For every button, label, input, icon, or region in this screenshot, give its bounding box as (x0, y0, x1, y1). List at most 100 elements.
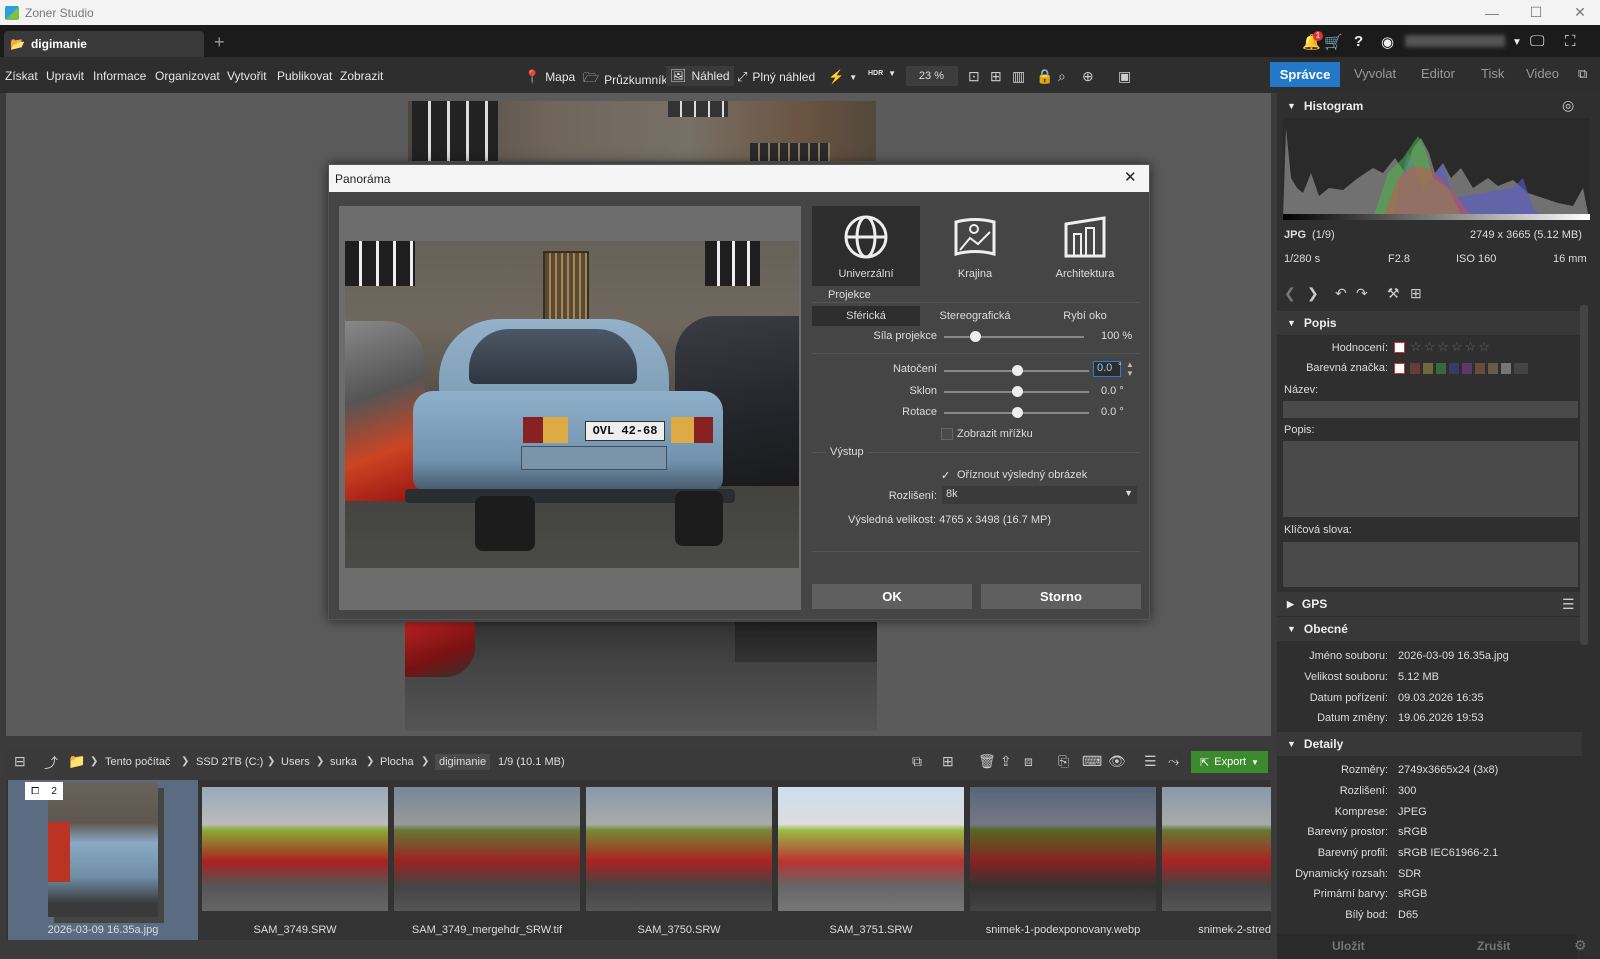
thumbnail-5[interactable] (970, 787, 1156, 911)
ok-button[interactable]: OK (812, 584, 972, 609)
external-window-icon[interactable]: ⧉ (1578, 66, 1587, 82)
projection-spherical[interactable]: Sférická (812, 306, 920, 326)
duplicate-icon[interactable]: ⧈ (1024, 753, 1033, 770)
breadcrumb-users[interactable]: Users (281, 756, 310, 768)
menu-upravit[interactable]: Upravit (46, 69, 84, 83)
panel-toggle-icon[interactable]: ⊟ (14, 753, 26, 770)
color-clear-icon[interactable] (1394, 363, 1405, 374)
tab-digimanie[interactable]: 📂 digimanie (4, 31, 204, 57)
breadcrumb-digimanie[interactable]: digimanie (435, 754, 491, 770)
mode-tisk[interactable]: Tisk (1481, 66, 1504, 81)
strength-slider[interactable] (944, 336, 1084, 338)
explorer-button[interactable]: 🗁 Průzkumník (583, 69, 667, 91)
zoom-input[interactable]: 23 % (906, 66, 958, 86)
menu-zobrazit[interactable]: Zobrazit (340, 69, 383, 83)
screen-settings-icon[interactable]: ▣ (1118, 68, 1131, 85)
loupe-icon[interactable]: ⌕ (1058, 68, 1066, 85)
breadcrumb-drive[interactable]: SSD 2TB (C:) (196, 756, 263, 768)
full-preview-button[interactable]: ⤢ Plný náhled (737, 69, 815, 85)
menu-vytvorit[interactable]: Vytvořit (227, 69, 267, 83)
rotate-left-icon[interactable]: ↶ (1335, 285, 1347, 302)
thumbnail-2[interactable] (394, 787, 580, 911)
roll-slider-knob[interactable] (1011, 407, 1023, 418)
cart-icon[interactable]: 🛒 (1324, 33, 1343, 51)
projection-fisheye[interactable]: Rybí oko (1031, 306, 1139, 326)
menu-publikovat[interactable]: Publikovat (277, 69, 332, 83)
dialog-close-button[interactable]: ✕ (1124, 168, 1137, 186)
projection-landscape[interactable]: Krajina (921, 206, 1029, 286)
flash-dropdown[interactable]: ⚡ ▼ (828, 69, 857, 85)
menu-icon[interactable]: ☰ (1562, 596, 1575, 613)
menu-ziskat[interactable]: Získat (5, 69, 38, 83)
cancel-button[interactable]: Storno (981, 584, 1141, 609)
minimize-button[interactable]: — (1470, 0, 1514, 25)
edit-info-icon[interactable]: ⊞ (1410, 285, 1422, 302)
hdr-dropdown[interactable]: HDR ▼ (868, 69, 896, 78)
tilt-slider-knob[interactable] (1011, 386, 1023, 397)
projection-stereographic[interactable]: Stereografická (921, 306, 1029, 326)
delete-icon[interactable]: 🗑 (978, 753, 996, 770)
histogram-header[interactable]: ▼ Histogram (1277, 94, 1582, 118)
mode-editor[interactable]: Editor (1421, 66, 1455, 81)
close-window-button[interactable]: ✕ (1558, 0, 1600, 25)
user-icon[interactable]: ◉ (1381, 33, 1394, 51)
mode-spravce[interactable]: Správce (1270, 62, 1340, 87)
gear-icon[interactable]: ⚙ (1574, 937, 1587, 954)
crop-checkbox[interactable]: ✓ (941, 470, 953, 482)
name-field[interactable] (1283, 401, 1578, 418)
projection-architecture[interactable]: Architektura (1031, 206, 1139, 286)
rename-icon[interactable]: ⌨ (1082, 753, 1102, 770)
import-icon[interactable]: ⊞ (942, 753, 954, 770)
folder-up-icon[interactable]: ⤴ (44, 753, 58, 773)
user-email[interactable] (1405, 35, 1505, 47)
strength-slider-knob[interactable] (969, 331, 981, 342)
thumbnail-0[interactable] (48, 782, 158, 917)
maximize-button[interactable]: ☐ (1514, 0, 1558, 25)
resolution-select[interactable]: 8k ▼ (942, 486, 1137, 504)
menu-informace[interactable]: Informace (93, 69, 146, 83)
rating-clear-icon[interactable] (1394, 342, 1405, 353)
thumbnail-6[interactable] (1162, 787, 1271, 911)
thumbnail-4[interactable] (778, 787, 964, 911)
help-icon[interactable]: ? (1354, 33, 1363, 50)
rotation-slider-knob[interactable] (1011, 365, 1023, 376)
prev-icon[interactable]: ❮ (1284, 285, 1296, 302)
gps-header[interactable]: ▶ GPS (1277, 592, 1582, 616)
preview-button[interactable]: 🖼 Náhled (666, 66, 734, 86)
thumbnail-1[interactable] (202, 787, 388, 911)
breadcrumb-plocha[interactable]: Plocha (380, 756, 414, 768)
lock-icon[interactable]: 🔒 (1036, 68, 1053, 85)
copy-icon[interactable]: ⧉ (912, 753, 922, 770)
zoom-tool-icon[interactable]: ⊕ (1082, 68, 1094, 85)
mode-vyvolat[interactable]: Vyvolat (1354, 66, 1396, 81)
paste-icon[interactable]: ⎘ (1058, 753, 1069, 770)
next-icon[interactable]: ❯ (1307, 285, 1319, 302)
user-dropdown-icon[interactable]: ▼ (1512, 37, 1522, 48)
fullscreen-icon[interactable]: ⛶ (1565, 33, 1576, 50)
stack-badge[interactable]: ⧠ 2 (25, 782, 63, 800)
share-icon[interactable]: ⤳ (1168, 753, 1179, 770)
general-header[interactable]: ▼ Obecné (1277, 617, 1582, 641)
thumbnail-3[interactable] (586, 787, 772, 911)
show-grid-checkbox[interactable] (941, 428, 953, 440)
projection-universal[interactable]: Univerzální (812, 206, 920, 286)
save-button[interactable]: Uložit (1332, 939, 1365, 953)
fit-icon[interactable]: ⊞ (990, 68, 1002, 85)
map-button[interactable]: 📍 Mapa (524, 69, 575, 85)
rotation-spinner-icon[interactable]: ▲ ▼ (1126, 360, 1134, 378)
display-icon[interactable]: 🖵 (1530, 33, 1544, 50)
filter-icon[interactable]: ☰ (1144, 753, 1157, 770)
histogram-settings-icon[interactable]: ◎ (1562, 97, 1574, 114)
zoom-1to1-icon[interactable]: ⊡ (968, 68, 980, 85)
export-button[interactable]: ⇱ Export ▼ (1191, 751, 1268, 773)
discard-button[interactable]: Zrušit (1477, 939, 1510, 953)
folder-icon[interactable]: 📁 (68, 753, 85, 770)
add-tab-button[interactable]: + (214, 32, 225, 53)
rotation-value-input[interactable]: 0.0 (1093, 361, 1121, 377)
rotate-right-icon[interactable]: ↷ (1356, 285, 1368, 302)
mode-video[interactable]: Video (1526, 66, 1559, 81)
description-field[interactable] (1283, 441, 1578, 517)
rating-stars[interactable]: ☆☆☆☆☆☆ (1410, 339, 1492, 355)
breadcrumb-surka[interactable]: surka (330, 756, 357, 768)
eye-icon[interactable]: 👁 (1108, 753, 1126, 770)
